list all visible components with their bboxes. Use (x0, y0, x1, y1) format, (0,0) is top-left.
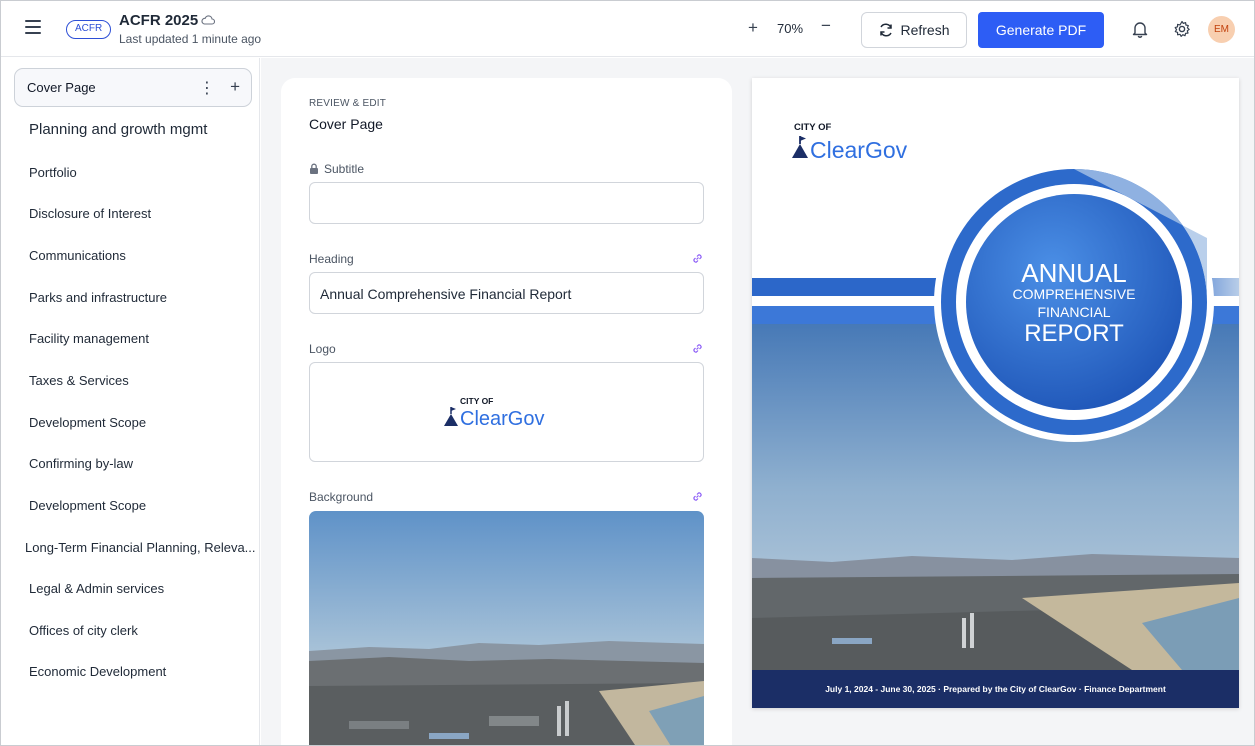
logo-upload[interactable]: CITY OF ClearGov (309, 362, 704, 462)
logo-city-of: CITY OF (460, 396, 493, 406)
sidebar-item[interactable]: Economic Development (29, 664, 166, 679)
heading-value: Annual Comprehensive Financial Report (320, 286, 572, 302)
zoom-out-button[interactable]: − (821, 16, 831, 36)
coastal-city-photo (309, 511, 704, 745)
subtitle-input[interactable] (309, 182, 704, 224)
logo-label: Logo (309, 342, 336, 356)
background-image-upload[interactable] (309, 511, 704, 745)
preview-logo-name: ClearGov (810, 137, 908, 163)
sidebar-item-cover-page[interactable]: Cover Page ⋮ + (14, 68, 252, 107)
link-icon[interactable] (691, 490, 704, 503)
preview-comprehensive: COMPREHENSIVE (1012, 286, 1136, 302)
sidebar-item[interactable]: Offices of city clerk (29, 623, 138, 638)
sidebar-item[interactable]: Legal & Admin services (29, 581, 164, 596)
preview-report: REPORT (1024, 320, 1124, 347)
link-icon[interactable] (691, 342, 704, 355)
background-label: Background (309, 490, 374, 504)
refresh-button[interactable]: Refresh (861, 12, 967, 48)
preview-financial: FINANCIAL (1037, 304, 1111, 320)
sidebar-item[interactable]: Development Scope (29, 415, 146, 430)
refresh-icon (880, 23, 893, 37)
heading-input[interactable]: Annual Comprehensive Financial Report (309, 272, 704, 314)
refresh-label: Refresh (900, 22, 950, 38)
logo-name: ClearGov (460, 408, 544, 430)
zoom-level: 70% (777, 21, 804, 36)
lock-icon (310, 163, 318, 174)
generate-pdf-label: Generate PDF (995, 22, 1087, 38)
sidebar-item-label: Cover Page (27, 80, 96, 95)
subtitle-label: Subtitle (309, 162, 364, 176)
cloud-saved-icon (201, 15, 215, 25)
sidebar-item[interactable]: Development Scope (29, 498, 146, 513)
sidebar-item[interactable]: Long-Term Financial Planning, Releva... (25, 540, 256, 555)
top-bar: ACFR ACFR 2025 Last updated 1 minute ago… (1, 1, 1254, 57)
section-title: Cover Page (309, 116, 383, 132)
app-window: ACFR ACFR 2025 Last updated 1 minute ago… (0, 0, 1255, 746)
pdf-preview: CITY OF ClearGov ANNUAL COMPREHENSIVE FI… (752, 78, 1239, 708)
cleargov-logo: CITY OF ClearGov (443, 396, 544, 430)
generate-pdf-button[interactable]: Generate PDF (978, 12, 1104, 48)
document-title: ACFR 2025 (119, 12, 199, 29)
sidebar-item[interactable]: Facility management (29, 331, 149, 346)
hamburger-menu-icon[interactable] (25, 20, 41, 34)
sidebar: Cover Page ⋮ + (1, 58, 260, 745)
sidebar-item[interactable]: Planning and growth mgmt (29, 121, 207, 138)
sidebar-item[interactable]: Parks and infrastructure (29, 290, 167, 305)
sidebar-item[interactable]: Portfolio (29, 165, 77, 180)
add-section-icon[interactable]: + (230, 77, 240, 97)
link-icon[interactable] (691, 252, 704, 265)
section-eyebrow: REVIEW & EDIT (309, 98, 387, 109)
sidebar-item[interactable]: Communications (29, 248, 126, 263)
user-avatar[interactable]: EM (1208, 16, 1235, 43)
subtitle-label-text: Subtitle (324, 162, 365, 176)
preview-footer: July 1, 2024 - June 30, 2025 · Prepared … (752, 670, 1239, 708)
more-options-icon[interactable]: ⋮ (199, 78, 215, 98)
heading-label: Heading (309, 252, 354, 266)
sidebar-item[interactable]: Confirming by-law (29, 456, 133, 471)
preview-logo-city-of: CITY OF (794, 122, 831, 133)
preview-cover-art: CITY OF ClearGov (752, 78, 1239, 708)
document-type-badge: ACFR (66, 20, 112, 39)
gear-icon[interactable] (1173, 20, 1191, 38)
last-updated-text: Last updated 1 minute ago (119, 32, 262, 46)
sidebar-item[interactable]: Taxes & Services (29, 373, 129, 388)
zoom-in-button[interactable]: + (748, 18, 758, 38)
preview-annual: ANNUAL (1021, 258, 1127, 288)
bell-icon[interactable] (1132, 20, 1148, 38)
sidebar-item[interactable]: Disclosure of Interest (29, 206, 151, 221)
